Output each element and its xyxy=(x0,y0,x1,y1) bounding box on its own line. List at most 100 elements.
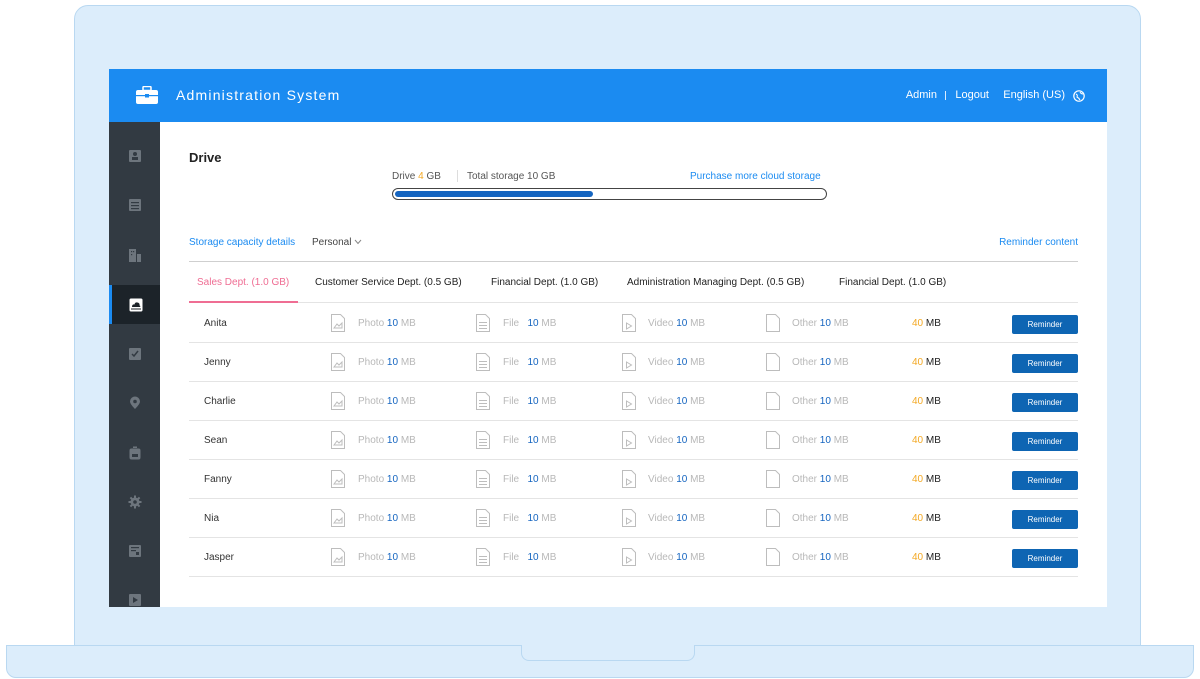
laptop-notch xyxy=(521,645,695,661)
file-value: 10 xyxy=(527,435,539,446)
video-label: Video xyxy=(648,318,674,329)
reminder-button[interactable]: Reminder xyxy=(1012,354,1078,373)
purchase-storage-link[interactable]: Purchase more cloud storage xyxy=(690,171,821,182)
file-unit: MB xyxy=(541,552,557,563)
total-value: 40 xyxy=(912,396,924,407)
file-label: File xyxy=(503,318,520,329)
tab-customer-service-dept[interactable]: Customer Service Dept. (0.5 GB) xyxy=(315,277,462,288)
main-content: Drive Drive 4 GB Total storage 10 GB Pur… xyxy=(160,122,1107,607)
photo-value: 10 xyxy=(386,513,399,524)
storage-divider xyxy=(457,170,458,182)
total-unit: MB xyxy=(925,513,941,524)
video-size: Video 10 MB xyxy=(648,396,705,407)
reminder-content-link[interactable]: Reminder content xyxy=(999,237,1078,248)
tab-sales-dept[interactable]: Sales Dept. (1.0 GB) xyxy=(197,277,289,288)
total-unit: MB xyxy=(925,318,941,329)
reminder-button[interactable]: Reminder xyxy=(1012,471,1078,490)
sidebar-item-drive[interactable] xyxy=(109,285,160,324)
language-selector[interactable]: English (US) xyxy=(1003,89,1065,101)
total-value: 40 xyxy=(912,318,924,329)
top-bar: Administration System Admin Logout Engli… xyxy=(109,69,1107,122)
personal-dropdown-label: Personal xyxy=(312,237,352,248)
file-unit: MB xyxy=(541,474,557,485)
admin-link[interactable]: Admin xyxy=(906,89,937,101)
table-row: Sean Photo 10 MB File 10 MB Video 10 MB … xyxy=(189,421,1078,460)
other-size: Other 10 MB xyxy=(792,552,849,563)
video-label: Video xyxy=(648,396,674,407)
photo-unit: MB xyxy=(400,552,416,563)
text-file-icon xyxy=(476,353,490,371)
sidebar-item-time[interactable] xyxy=(109,433,160,472)
video-label: Video xyxy=(648,552,674,563)
file-label: File xyxy=(503,357,520,368)
play-icon xyxy=(128,593,141,606)
photo-unit: MB xyxy=(400,357,416,368)
total-value: 40 xyxy=(912,552,924,563)
video-size: Video 10 MB xyxy=(648,318,705,329)
file-size: File 10 MB xyxy=(503,396,556,407)
file-label: File xyxy=(503,435,520,446)
video-value: 10 xyxy=(676,552,688,563)
total-size: 40 MB xyxy=(912,435,941,446)
storage-capacity-details-link[interactable]: Storage capacity details xyxy=(189,237,295,248)
reminder-button[interactable]: Reminder xyxy=(1012,393,1078,412)
video-size: Video 10 MB xyxy=(648,513,705,524)
tab-financial-dept[interactable]: Financial Dept. (1.0 GB) xyxy=(491,277,598,288)
video-unit: MB xyxy=(690,552,706,563)
reminder-button[interactable]: Reminder xyxy=(1012,549,1078,568)
text-file-icon xyxy=(476,392,490,410)
video-size: Video 10 MB xyxy=(648,357,705,368)
other-value: 10 xyxy=(819,513,831,524)
location-pin-icon xyxy=(129,396,140,409)
sidebar-item-organization[interactable] xyxy=(109,235,160,274)
video-label: Video xyxy=(648,357,674,368)
video-value: 10 xyxy=(676,474,688,485)
photo-value: 10 xyxy=(386,318,399,329)
globe-icon[interactable] xyxy=(1073,90,1085,102)
video-unit: MB xyxy=(690,396,706,407)
other-value: 10 xyxy=(819,318,831,329)
report-icon xyxy=(128,544,141,557)
cloud-drive-icon xyxy=(129,298,143,311)
total-value: 40 xyxy=(912,513,924,524)
photo-label: Photo xyxy=(358,396,385,407)
total-unit: MB xyxy=(925,435,941,446)
other-unit: MB xyxy=(833,474,849,485)
other-size: Other 10 MB xyxy=(792,513,849,524)
reminder-button[interactable]: Reminder xyxy=(1012,510,1078,529)
file-unit: MB xyxy=(541,513,557,524)
tab-financial-dept-2[interactable]: Financial Dept. (1.0 GB) xyxy=(839,277,946,288)
reminder-button[interactable]: Reminder xyxy=(1012,432,1078,451)
tab-administration-managing-dept[interactable]: Administration Managing Dept. (0.5 GB) xyxy=(627,277,804,288)
other-label: Other xyxy=(792,318,818,329)
logout-link[interactable]: Logout xyxy=(955,89,989,101)
sidebar-item-location[interactable] xyxy=(109,383,160,422)
other-unit: MB xyxy=(833,396,849,407)
sidebar-item-tasks[interactable] xyxy=(109,334,160,373)
photo-label: Photo xyxy=(358,318,385,329)
storage-progress-bar xyxy=(392,188,827,200)
file-label: File xyxy=(503,474,520,485)
sidebar-item-settings[interactable] xyxy=(109,482,160,521)
photo-value: 10 xyxy=(386,435,399,446)
photo-file-icon xyxy=(331,431,345,449)
other-file-icon xyxy=(766,431,780,449)
sidebar-item-documents[interactable] xyxy=(109,185,160,224)
reminder-button[interactable]: Reminder xyxy=(1012,315,1078,334)
sidebar-item-users[interactable] xyxy=(109,136,160,175)
total-unit: MB xyxy=(925,552,941,563)
other-unit: MB xyxy=(833,318,849,329)
photo-value: 10 xyxy=(386,357,399,368)
photo-size: Photo 10 MB xyxy=(358,513,416,524)
sidebar xyxy=(109,122,160,607)
sidebar-item-media[interactable] xyxy=(109,580,160,607)
department-tabs: Sales Dept. (1.0 GB) Customer Service De… xyxy=(189,261,1078,303)
personal-dropdown[interactable]: Personal xyxy=(312,237,362,248)
member-name: Jenny xyxy=(204,357,231,368)
sidebar-item-reports[interactable] xyxy=(109,531,160,570)
file-unit: MB xyxy=(541,435,557,446)
file-value: 10 xyxy=(527,318,539,329)
file-size: File 10 MB xyxy=(503,474,556,485)
other-file-icon xyxy=(766,470,780,488)
total-size: 40 MB xyxy=(912,513,941,524)
